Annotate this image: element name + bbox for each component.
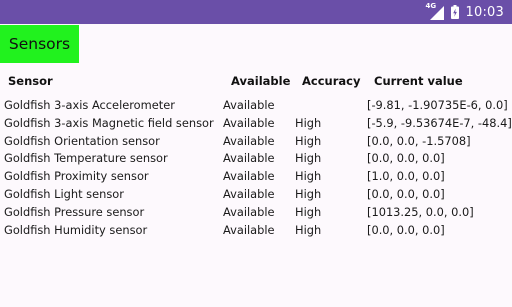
sensor-availability: Available [223,133,275,148]
sensor-availability: Available [223,151,275,166]
sensor-value: [-9.81, -1.90735E-6, 0.0] [367,98,508,112]
header-current-value: Current value [374,74,463,88]
sensor-availability: Available [223,204,275,219]
table-row: Goldfish Humidity sensor Available High … [0,223,512,241]
header-sensor: Sensor [8,74,53,88]
sensor-value: [1.0, 0.0, 0.0] [367,169,445,184]
sensor-value: [0.0, 0.0, 0.0] [367,186,445,201]
sensor-accuracy: High [295,133,322,148]
sensor-name: Goldfish Pressure sensor [4,204,145,219]
sensor-availability: Available [223,186,275,201]
sensor-name: Goldfish 3-axis Accelerometer [4,98,175,112]
sensor-availability: Available [223,169,275,184]
cell-signal-icon: 4G [426,2,444,20]
status-icons: 4G 10:03 [426,0,504,24]
sensor-table: Sensor Available Accuracy Current value … [0,65,512,237]
sensor-accuracy: High [295,204,322,219]
sensor-value: [0.0, 0.0, -1.5708] [367,133,471,148]
status-bar: 4G 10:03 [0,0,512,24]
sensor-name: Goldfish Proximity sensor [4,169,149,184]
sensor-name: Goldfish Temperature sensor [4,151,168,166]
sensor-value: [0.0, 0.0, 0.0] [367,222,445,237]
header-available: Available [231,74,291,88]
status-clock: 10:03 [465,4,504,20]
table-row: Goldfish Proximity sensor Available High… [0,169,512,187]
header-accuracy: Accuracy [302,74,361,88]
sensor-accuracy: High [295,151,322,166]
table-row: Goldfish Light sensor Available High [0.… [0,187,512,205]
sensor-availability: Available [223,98,275,112]
sensor-accuracy: High [295,115,322,130]
sensor-value: [-5.9, -9.53674E-7, -48.4] [367,115,512,130]
table-row: Goldfish 3-axis Accelerometer Available … [0,98,512,116]
network-type-label: 4G [425,2,437,10]
sensor-value: [1013.25, 0.0, 0.0] [367,204,474,219]
sensor-accuracy: High [295,169,322,184]
battery-icon [450,5,459,19]
table-row: Goldfish Orientation sensor Available Hi… [0,134,512,152]
app-title: Sensors [0,25,79,63]
table-row: Goldfish 3-axis Magnetic field sensor Av… [0,116,512,134]
table-header: Sensor Available Accuracy Current value [0,65,512,97]
sensor-availability: Available [223,222,275,237]
table-row: Goldfish Temperature sensor Available Hi… [0,151,512,169]
sensor-name: Goldfish Light sensor [4,186,124,201]
sensor-name: Goldfish Humidity sensor [4,222,148,237]
sensor-accuracy: High [295,222,322,237]
table-row: Goldfish Pressure sensor Available High … [0,205,512,223]
sensor-name: Goldfish Orientation sensor [4,133,160,148]
sensor-value: [0.0, 0.0, 0.0] [367,151,445,166]
sensor-accuracy: High [295,186,322,201]
sensor-availability: Available [223,115,275,130]
sensor-name: Goldfish 3-axis Magnetic field sensor [4,115,214,130]
table-body: Goldfish 3-axis Accelerometer Available … [0,98,512,240]
